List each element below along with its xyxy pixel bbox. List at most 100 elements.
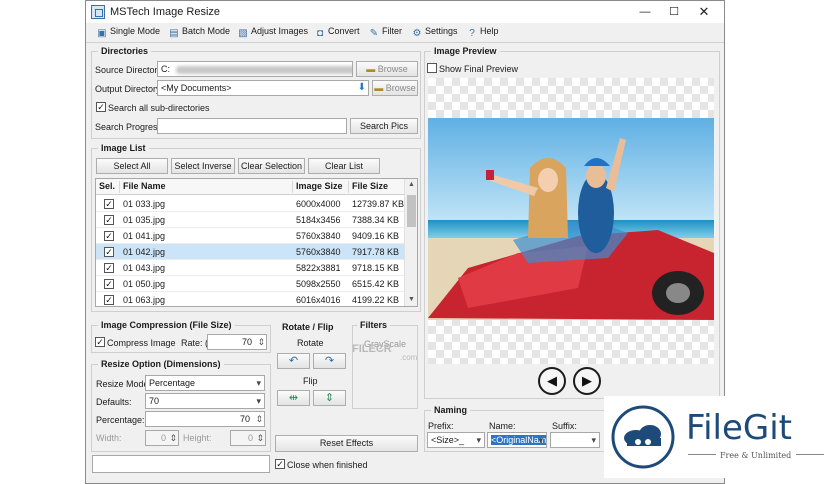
- select-inverse-button[interactable]: Select Inverse: [171, 158, 235, 174]
- rotate-left-icon: ↶: [288, 355, 299, 367]
- row-file-name: 01 043.jpg: [123, 263, 166, 273]
- table-row[interactable]: ✓ 01 033.jpg 6000x4000 12739.87 KB: [96, 196, 404, 212]
- row-file-size: 7917.78 KB: [352, 247, 400, 257]
- output-directory-value: <My Documents>: [161, 83, 232, 93]
- flip-horizontal-button[interactable]: ⇹: [277, 390, 310, 406]
- maximize-button[interactable]: ☐: [660, 5, 688, 21]
- source-browse-button[interactable]: ▬ Browse: [356, 61, 418, 77]
- naming-title: Naming: [431, 405, 471, 415]
- select-all-button[interactable]: Select All: [96, 158, 168, 174]
- single-mode-button[interactable]: ▣ Single Mode: [96, 26, 160, 41]
- flip-label: Flip: [303, 376, 318, 386]
- search-progress-bar: [157, 118, 347, 134]
- table-row[interactable]: ✓ 01 043.jpg 5822x3881 9718.15 KB: [96, 260, 404, 276]
- output-directory-input[interactable]: <My Documents> ⬇: [157, 80, 369, 96]
- width-input[interactable]: 0: [145, 430, 179, 446]
- row-checkbox[interactable]: ✓: [104, 295, 114, 305]
- search-pics-button[interactable]: Search Pics: [350, 118, 418, 134]
- close-when-finished-checkbox[interactable]: ✓: [275, 459, 285, 469]
- name-select[interactable]: <OriginalNam: [487, 432, 547, 448]
- percentage-label: Percentage:: [96, 415, 145, 425]
- col-image-size[interactable]: Image Size: [292, 181, 343, 193]
- status-field: [92, 455, 270, 473]
- height-input[interactable]: 0: [230, 430, 266, 446]
- col-sel[interactable]: Sel.: [96, 181, 115, 193]
- filters-group: Filters: [352, 320, 418, 409]
- name-label: Name:: [489, 421, 516, 431]
- single-mode-icon: ▣: [97, 28, 107, 39]
- search-all-checkbox[interactable]: ✓: [96, 102, 106, 112]
- table-row[interactable]: ✓ 01 042.jpg 5760x3840 7917.78 KB: [96, 244, 404, 260]
- batch-mode-button[interactable]: ▤ Batch Mode: [168, 26, 230, 41]
- source-directory-value: C:: [161, 64, 170, 74]
- percentage-input[interactable]: 70: [145, 411, 265, 427]
- rotate-right-button[interactable]: ↷: [313, 353, 346, 369]
- row-checkbox[interactable]: ✓: [104, 279, 114, 289]
- filegit-tagline: Free & Unlimited: [720, 451, 792, 460]
- minimize-button[interactable]: —: [631, 5, 659, 21]
- scroll-thumb[interactable]: [407, 195, 416, 227]
- help-button[interactable]: ? Help: [466, 26, 498, 41]
- output-browse-button[interactable]: ▬ Browse: [372, 80, 418, 96]
- preview-photo: [428, 118, 714, 320]
- adjust-images-button[interactable]: ▧ Adjust Images: [237, 26, 308, 41]
- folder-icon: ▬: [366, 64, 376, 74]
- rotate-left-button[interactable]: ↶: [277, 353, 310, 369]
- filter-button[interactable]: ✎ Filter: [368, 26, 402, 41]
- arrow-down-icon[interactable]: ⬇: [358, 81, 366, 95]
- row-image-size: 5760x3840: [296, 231, 341, 241]
- rate-input[interactable]: 70: [207, 334, 267, 350]
- settings-button[interactable]: ⚙ Settings: [411, 26, 458, 41]
- table-row[interactable]: ✓ 01 041.jpg 5760x3840 9409.16 KB: [96, 228, 404, 244]
- row-checkbox[interactable]: ✓: [104, 199, 114, 209]
- scroll-up-icon[interactable]: ▲: [405, 179, 417, 191]
- source-directory-label: Source Directory:: [95, 65, 165, 75]
- row-file-name: 01 050.jpg: [123, 279, 166, 289]
- reset-effects-button[interactable]: Reset Effects: [275, 435, 418, 452]
- row-checkbox[interactable]: ✓: [104, 215, 114, 225]
- next-image-button[interactable]: ▶: [573, 367, 601, 395]
- output-directory-label: Output Directory:: [95, 84, 164, 94]
- compress-image-checkbox[interactable]: ✓: [95, 337, 105, 347]
- suffix-select[interactable]: [550, 432, 600, 448]
- row-checkbox[interactable]: ✓: [104, 231, 114, 241]
- defaults-select[interactable]: 70: [145, 393, 265, 409]
- convert-button[interactable]: ◘ Convert: [314, 26, 360, 41]
- filegit-name: FileGit: [686, 408, 793, 448]
- tagline-rule-right: [796, 454, 824, 455]
- prefix-select[interactable]: <Size>_: [427, 432, 485, 448]
- clear-selection-button[interactable]: Clear Selection: [238, 158, 305, 174]
- row-file-name: 01 033.jpg: [123, 199, 166, 209]
- filecr-watermark: FILECR: [352, 343, 392, 355]
- row-checkbox[interactable]: ✓: [104, 263, 114, 273]
- table-scrollbar[interactable]: ▲ ▼: [404, 179, 417, 306]
- name-value: <OriginalNam: [491, 435, 547, 445]
- col-file-name[interactable]: File Name: [119, 181, 166, 193]
- table-row[interactable]: ✓ 01 063.jpg 6016x4016 4199.22 KB: [96, 292, 404, 306]
- filter-label: Filter: [382, 26, 402, 36]
- row-file-name: 01 042.jpg: [123, 247, 166, 257]
- row-image-size: 5184x3456: [296, 215, 341, 225]
- image-preview-title: Image Preview: [431, 46, 500, 56]
- row-checkbox[interactable]: ✓: [104, 247, 114, 257]
- previous-image-button[interactable]: ◀: [538, 367, 566, 395]
- image-list-title: Image List: [98, 143, 149, 153]
- scroll-down-icon[interactable]: ▼: [405, 294, 417, 306]
- show-final-preview-checkbox[interactable]: [427, 63, 437, 73]
- adjust-images-label: Adjust Images: [251, 26, 309, 36]
- flip-vertical-button[interactable]: ⇕: [313, 390, 346, 406]
- batch-mode-label: Batch Mode: [182, 26, 231, 36]
- source-directory-input[interactable]: C:: [157, 61, 353, 77]
- blurred-path: [176, 65, 352, 74]
- batch-mode-icon: ▤: [169, 28, 179, 39]
- resize-mode-select[interactable]: Percentage: [145, 375, 265, 391]
- row-file-size: 9409.16 KB: [352, 231, 400, 241]
- row-file-size: 4199.22 KB: [352, 295, 400, 305]
- close-button[interactable]: ✕: [690, 5, 718, 21]
- image-table: Sel. File Name Image Size File Size ✓ 01 …: [95, 178, 418, 307]
- table-row[interactable]: ✓ 01 050.jpg 5098x2550 6515.42 KB: [96, 276, 404, 292]
- table-row[interactable]: ✓ 01 035.jpg 5184x3456 7388.34 KB: [96, 212, 404, 228]
- settings-label: Settings: [425, 26, 458, 36]
- clear-list-button[interactable]: Clear List: [308, 158, 380, 174]
- col-file-size[interactable]: File Size: [348, 181, 388, 193]
